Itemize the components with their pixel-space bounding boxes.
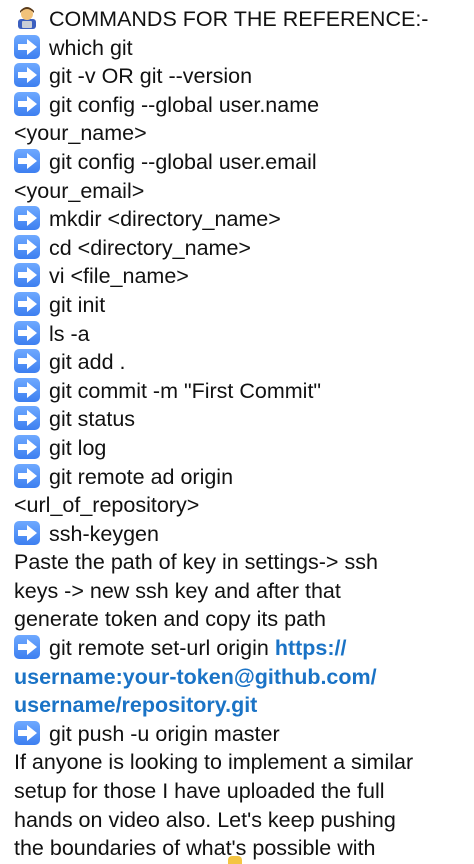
header-title: COMMANDS FOR THE REFERENCE:- (49, 7, 429, 31)
command-line: git push -u origin master (14, 720, 466, 749)
command-text: git remote ad origin (49, 464, 234, 489)
right-arrow-emoji-icon (14, 234, 40, 259)
command-text: cd <directory_name> (49, 235, 251, 260)
outro-line: hands on video also. Let's keep pushing (14, 807, 396, 832)
right-arrow-emoji-icon (14, 91, 40, 116)
right-arrow-emoji-icon (14, 463, 40, 488)
repo-url-link[interactable]: username:your-token@github.com/ (14, 663, 466, 692)
command-line: git -v OR git --version (14, 62, 466, 91)
right-arrow-emoji-icon (14, 377, 40, 402)
note-line: keys -> new ssh key and after that (14, 578, 341, 603)
right-arrow-emoji-icon (14, 63, 40, 88)
command-text: git config --global user.name (49, 92, 320, 117)
command-text: git status (49, 407, 136, 432)
header-line: COMMANDS FOR THE REFERENCE:- (14, 4, 466, 34)
right-arrow-emoji-icon (14, 263, 40, 288)
right-arrow-emoji-icon (14, 320, 40, 345)
command-line: git remote set-url origin https:// (14, 634, 466, 663)
command-text: ls -a (49, 321, 90, 346)
command-text: git push -u origin master (49, 721, 280, 746)
command-continuation: <url_of_repository> (14, 493, 200, 518)
command-text: git init (49, 292, 106, 317)
right-arrow-emoji-icon (14, 635, 40, 660)
right-arrow-emoji-icon (14, 720, 40, 745)
command-text: vi <file_name> (49, 264, 189, 289)
command-text: git add . (49, 350, 126, 375)
repo-url-link[interactable]: username/repository.git (14, 691, 466, 720)
command-line: vi <file_name> (14, 262, 466, 291)
command-line: cd <directory_name> (14, 234, 466, 263)
command-text: git remote set-url origin (49, 636, 275, 661)
command-text: git log (49, 435, 107, 460)
command-text: ssh-keygen (49, 521, 159, 546)
technologist-emoji-icon (14, 4, 40, 30)
command-text: git -v OR git --version (49, 64, 253, 89)
right-arrow-emoji-icon (14, 520, 40, 545)
note-line: Paste the path of key in settings-> ssh (14, 550, 378, 575)
command-text: mkdir <directory_name> (49, 207, 281, 232)
command-text: which git (49, 35, 133, 60)
command-continuation: <your_email> (14, 178, 145, 203)
command-line: git log (14, 434, 466, 463)
right-arrow-emoji-icon (14, 434, 40, 459)
command-line: git config --global user.email (14, 148, 466, 177)
command-line: mkdir <directory_name> (14, 205, 466, 234)
command-line: ls -a (14, 320, 466, 349)
command-text: git commit -m "First Commit" (49, 378, 322, 403)
right-arrow-emoji-icon (14, 349, 40, 374)
right-arrow-emoji-icon (14, 291, 40, 316)
right-arrow-emoji-icon (14, 34, 40, 59)
command-line: ssh-keygen (14, 520, 466, 549)
command-continuation: <your_name> (14, 121, 147, 146)
right-arrow-emoji-icon (14, 148, 40, 173)
command-line: git init (14, 291, 466, 320)
command-line: git add . (14, 348, 466, 377)
partial-emoji-icon (228, 856, 242, 864)
command-line: git commit -m "First Commit" (14, 377, 466, 406)
command-text: git config --global user.email (49, 149, 317, 174)
note-line: generate token and copy its path (14, 607, 326, 632)
right-arrow-emoji-icon (14, 206, 40, 231)
message-body: COMMANDS FOR THE REFERENCE:- which git g… (14, 4, 466, 863)
outro-line: If anyone is looking to implement a simi… (14, 750, 414, 775)
command-line: git status (14, 405, 466, 434)
command-line: which git (14, 34, 466, 63)
right-arrow-emoji-icon (14, 406, 40, 431)
command-line: git config --global user.name (14, 91, 466, 120)
outro-line: setup for those I have uploaded the full (14, 779, 385, 804)
command-line: git remote ad origin (14, 463, 466, 492)
repo-url-link[interactable]: https:// (275, 636, 347, 660)
